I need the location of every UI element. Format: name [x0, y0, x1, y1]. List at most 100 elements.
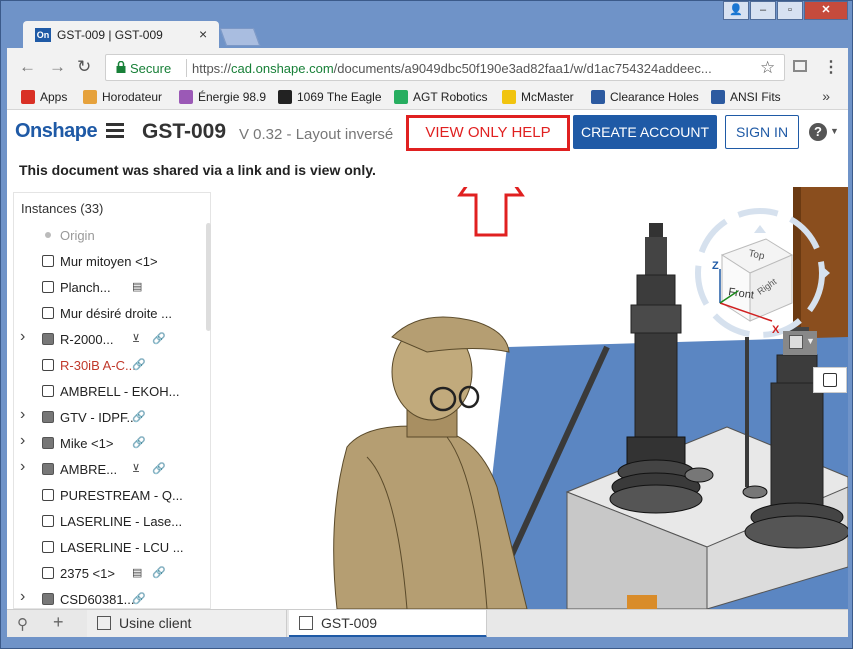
instance-label: Origin [60, 228, 95, 243]
instance-label: Mike <1> [60, 436, 114, 451]
bookmark-energie[interactable]: Énergie 98.9 [179, 90, 266, 104]
chevron-right-icon[interactable]: › [20, 588, 25, 606]
browser-tab[interactable]: On GST-009 | GST-009 × [23, 21, 219, 49]
bottom-tab-bar: ⚲ + Usine client GST-009 [7, 609, 848, 638]
cube-view-icon [789, 335, 803, 349]
chevron-down-icon[interactable]: ▼ [830, 126, 839, 136]
instance-row[interactable]: › AMBRE... ⊻ 🔗 [14, 457, 204, 483]
bookmarks-bar: Apps Horodateur Énergie 98.9 1069 The Ea… [7, 86, 848, 110]
instance-row[interactable]: 2375 <1> ▤ 🔗 [14, 561, 204, 587]
view-tools-button[interactable]: ▼ [783, 331, 817, 355]
bookmark-label: Horodateur [102, 90, 163, 104]
new-tab-button[interactable] [219, 28, 261, 46]
maximize-icon[interactable]: ▫ [777, 1, 803, 20]
bookmark-horodateur[interactable]: Horodateur [83, 90, 162, 104]
bookmark-label: Apps [40, 90, 68, 104]
bookmark-mcmaster[interactable]: McMaster [502, 90, 574, 104]
hamburger-menu-icon[interactable] [106, 123, 124, 138]
instance-row[interactable]: R-30iB A-C... 🔗 [14, 353, 204, 379]
browser-window: On GST-009 | GST-009 × 👤 ‒ ▫ ✕ ← → ↻ Sec… [0, 0, 853, 649]
ground-icon: ⊻ [132, 333, 141, 345]
tab-manager-icon[interactable]: ⚲ [17, 615, 28, 633]
bookmark-label: AGT Robotics [413, 90, 488, 104]
feature-list-button[interactable] [813, 367, 847, 393]
bookmark-agt-robotics[interactable]: AGT Robotics [394, 90, 487, 104]
instance-row[interactable]: AMBRELL - EKOH... [14, 379, 204, 405]
onshape-logo[interactable]: Onshape [15, 120, 98, 143]
sign-in-button[interactable]: SIGN IN [725, 115, 799, 149]
browser-content: On GST-009 | GST-009 × 👤 ‒ ▫ ✕ ← → ↻ Sec… [7, 1, 848, 644]
add-tab-icon[interactable]: + [53, 612, 64, 633]
forward-icon[interactable]: → [49, 57, 66, 77]
instances-scrollbar[interactable] [206, 223, 211, 331]
browser-menu-icon[interactable]: ⋮ [823, 57, 839, 77]
view-only-help-button[interactable]: VIEW ONLY HELP [406, 115, 570, 151]
minimize-icon[interactable]: ‒ [750, 1, 776, 20]
graphics-viewport[interactable]: Top Front Right Z X ▼ Instances (33) Ori… [7, 187, 848, 609]
ground-icon: ⊻ [132, 463, 141, 475]
address-bar: ← → ↻ Secure https://cad.onshape.com/doc… [7, 48, 848, 86]
url-divider [186, 59, 187, 77]
instance-row[interactable]: Mur mitoyen <1> [14, 249, 204, 275]
mcmaster-icon [502, 90, 516, 104]
fixed-icon: ▤ [132, 281, 143, 293]
reload-icon[interactable]: ↻ [77, 57, 91, 77]
bookmark-star-icon[interactable]: ☆ [760, 58, 775, 78]
annotation-up-arrow-icon [457, 187, 525, 237]
user-icon[interactable]: 👤 [723, 1, 749, 20]
url-prefix: https:// [192, 61, 232, 76]
instance-row[interactable]: Planch... ▤ [14, 275, 204, 301]
instance-row[interactable]: › R-2000... ⊻ 🔗 [14, 327, 204, 353]
tab-gst-009[interactable]: GST-009 [289, 610, 487, 638]
chevron-right-icon[interactable]: › [20, 328, 25, 346]
help-icon[interactable]: ? [809, 123, 827, 141]
orange-part [627, 595, 657, 609]
axis-x-label: X [772, 324, 780, 336]
bookmark-label: ANSI Fits [730, 90, 781, 104]
instance-row[interactable]: LASERLINE - Lase... [14, 509, 204, 535]
instance-label: PURESTREAM - Q... [60, 488, 183, 503]
instance-label: CSD60381... [60, 592, 135, 607]
more-bookmarks-icon[interactable]: » [822, 88, 830, 104]
link-icon: 🔗 [132, 411, 146, 423]
instance-row[interactable]: LASERLINE - LCU ... [14, 535, 204, 561]
globe-icon [711, 90, 725, 104]
instance-row[interactable]: › Mike <1> 🔗 [14, 431, 204, 457]
document-version[interactable]: V 0.32 - Layout inversé [239, 126, 393, 143]
chevron-right-icon[interactable]: › [20, 406, 25, 424]
instance-row[interactable]: › CSD60381... 🔗 [14, 587, 204, 609]
url-input[interactable]: Secure https://cad.onshape.com/documents… [105, 54, 785, 81]
close-window-icon[interactable]: ✕ [804, 1, 848, 20]
part-icon [42, 541, 54, 553]
secure-label: Secure [130, 61, 172, 76]
instance-row[interactable]: PURESTREAM - Q... [14, 483, 204, 509]
instance-row[interactable]: Mur désiré droite ... [14, 301, 204, 327]
back-icon[interactable]: ← [19, 57, 36, 77]
chevron-right-icon[interactable]: › [20, 458, 25, 476]
bookmark-ansi-fits[interactable]: ANSI Fits [711, 90, 781, 104]
bookmark-the-eagle[interactable]: 1069 The Eagle [278, 90, 382, 104]
extension-icon[interactable] [793, 60, 807, 72]
window-controls: 👤 ‒ ▫ ✕ [722, 1, 848, 21]
instance-row[interactable]: › GTV - IDPF... 🔗 [14, 405, 204, 431]
create-account-button[interactable]: CREATE ACCOUNT [573, 115, 717, 149]
link-icon: 🔗 [152, 567, 166, 579]
link-icon: 🔗 [132, 437, 146, 449]
view-only-message: This document was shared via a link and … [19, 162, 376, 178]
view-cube[interactable]: Top Front Right Z X [682, 203, 832, 343]
bookmark-clearance-holes[interactable]: Clearance Holes [591, 90, 699, 104]
close-tab-icon[interactable]: × [199, 26, 207, 42]
url-path: /documents/a9049dbc50f190e3ad82faa1/w/d1… [333, 61, 712, 76]
bookmark-apps[interactable]: Apps [21, 90, 67, 104]
chevron-right-icon[interactable]: › [20, 432, 25, 450]
link-icon: 🔗 [152, 463, 166, 475]
instances-panel: Instances (33) Origin Mur mitoyen <1> Plan… [13, 192, 211, 609]
tab-usine-client[interactable]: Usine client [87, 610, 287, 638]
instance-label: Mur désiré droite ... [60, 306, 172, 321]
instance-row[interactable]: Origin [14, 223, 204, 249]
globe-icon [591, 90, 605, 104]
axis-z-label: Z [712, 260, 719, 272]
lock-icon [116, 61, 126, 73]
bookmark-label: Clearance Holes [610, 90, 699, 104]
part-icon [42, 385, 54, 397]
